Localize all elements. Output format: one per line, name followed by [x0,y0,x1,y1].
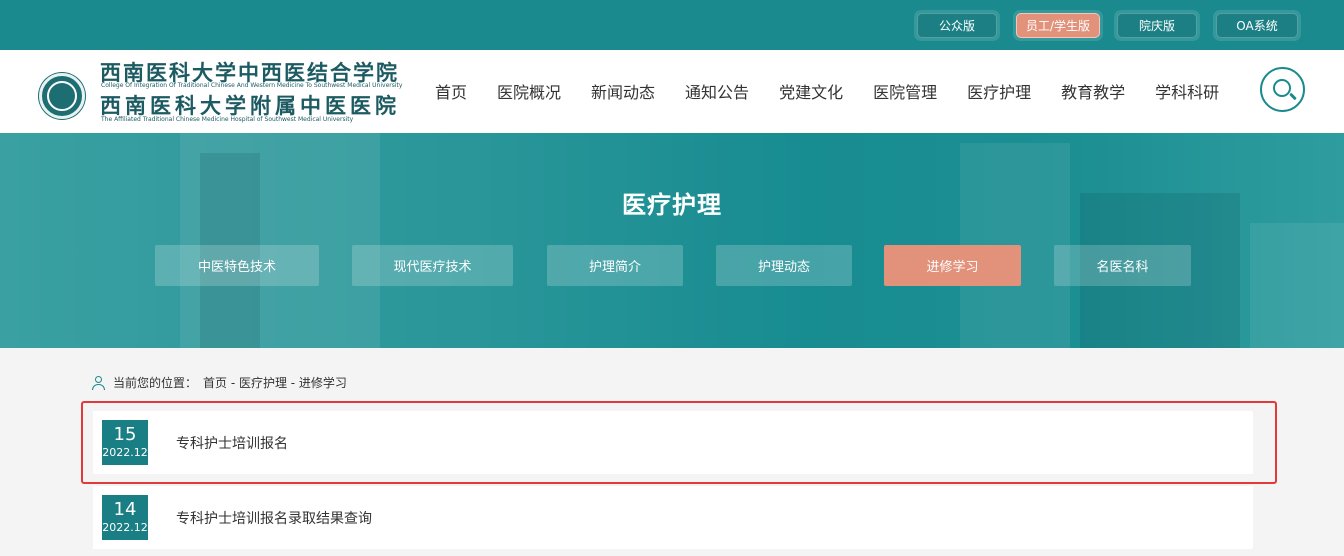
selection-highlight [81,401,1277,484]
nav-item-overview[interactable]: 医院概况 [497,79,561,103]
top-link-label: 公众版 [917,13,997,38]
logo-hospital-name-en: The Affiliated Traditional Chinese Medic… [101,116,354,123]
list-item-title[interactable]: 专科护士培训报名录取结果查询 [176,508,372,528]
nav-item-hospital-management[interactable]: 医院管理 [873,79,937,103]
subnav-nursing-news[interactable]: 护理动态 [716,245,852,286]
logo-emblem-icon[interactable] [39,73,85,119]
subnav-modern-medical[interactable]: 现代医疗技术 [352,245,513,286]
site-header: 西南医科大学中西医结合学院 College Of Integration Of … [0,50,1344,133]
subnav-label: 护理动态 [757,260,810,275]
top-link-anniversary[interactable]: 院庆版 [1114,10,1200,41]
top-link-staff-student[interactable]: 员工/学生版 [1013,10,1103,41]
subnav-label: 进修学习 [926,260,979,275]
top-link-label: 员工/学生版 [1016,13,1100,38]
top-link-label: 院庆版 [1117,13,1197,38]
nav-item-home[interactable]: 首页 [435,79,467,103]
page-title: 医疗护理 [622,190,722,219]
breadcrumb-prefix: 当前您的位置： [113,376,198,390]
emblem-ring [47,81,77,111]
breadcrumb: 当前您的位置： 首页 - 医疗护理 - 进修学习 [92,374,347,391]
subnav-nursing-intro[interactable]: 护理简介 [547,245,683,286]
date-day: 14 [113,499,137,520]
subnav-tcm-techniques[interactable]: 中医特色技术 [155,245,319,286]
list-item[interactable]: 14 2022.12 专科护士培训报名录取结果查询 [93,486,1253,549]
date-year-month: 2022.12 [102,521,148,534]
subnav-advanced-study[interactable]: 进修学习 [884,245,1021,286]
nav-item-party-culture[interactable]: 党建文化 [779,79,843,103]
banner-building [1250,223,1344,348]
search-icon-handle [1289,92,1297,101]
date-badge: 14 2022.12 [102,495,148,540]
top-bar: 公众版 员工/学生版 院庆版 OA系统 [0,0,1344,50]
user-location-icon [92,375,105,390]
subnav-famous-doctors[interactable]: 名医名科 [1054,245,1191,286]
nav-item-news[interactable]: 新闻动态 [591,79,655,103]
nav-item-education[interactable]: 教育教学 [1061,79,1125,103]
page-banner: 医疗护理 中医特色技术 现代医疗技术 护理简介 护理动态 进修学习 名医名科 [0,133,1344,348]
subnav-label: 中医特色技术 [197,260,276,275]
top-link-public[interactable]: 公众版 [914,10,1000,41]
subnav-label: 名医名科 [1096,260,1149,275]
nav-item-research[interactable]: 学科科研 [1155,79,1219,103]
search-button[interactable] [1260,67,1305,112]
nav-item-medical-nursing[interactable]: 医疗护理 [967,79,1031,103]
nav-item-notices[interactable]: 通知公告 [685,79,749,103]
breadcrumb-path[interactable]: 首页 - 医疗护理 - 进修学习 [203,374,347,391]
top-link-oa[interactable]: OA系统 [1213,10,1301,41]
subnav-label: 现代医疗技术 [393,260,472,275]
top-link-label: OA系统 [1216,13,1298,38]
main-nav: 首页 医院概况 新闻动态 通知公告 党建文化 医院管理 医疗护理 教育教学 学科… [420,79,1249,103]
subnav-label: 护理简介 [588,260,641,275]
logo-college-name-en: College Of Integration Of Traditional Ch… [101,82,403,89]
